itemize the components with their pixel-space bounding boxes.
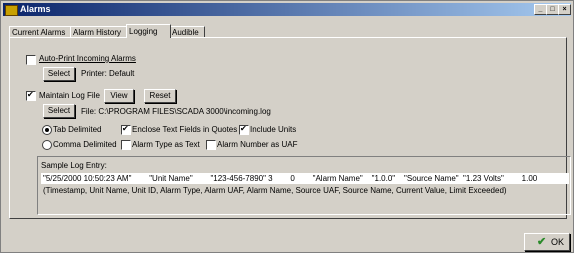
comma-delimited-label: Comma Delimited	[53, 140, 117, 149]
view-log-button[interactable]: View	[104, 89, 134, 103]
ok-button[interactable]: ✔ OK	[524, 233, 570, 251]
ok-label: OK	[551, 237, 565, 247]
comma-delimited-radio[interactable]	[42, 140, 52, 150]
printer-text: Printer: Default	[81, 69, 135, 78]
include-units-checkbox[interactable]	[239, 124, 249, 135]
sample-line: "5/25/2000 10:50:23 AM" "Unit Name" "123…	[43, 174, 538, 183]
close-button[interactable]: ×	[558, 4, 571, 15]
tab-logging[interactable]: Logging	[126, 24, 171, 38]
auto-print-label: Auto-Print Incoming Alarms	[39, 54, 136, 63]
maintain-log-label: Maintain Log File	[39, 91, 100, 100]
maintain-log-checkbox[interactable]	[26, 90, 36, 101]
sample-heading: Sample Log Entry:	[41, 161, 107, 170]
alarm-type-text-checkbox[interactable]	[121, 140, 131, 150]
checkmark-icon: ✔	[537, 236, 547, 248]
enclose-quotes-checkbox[interactable]	[121, 124, 131, 135]
alarms-window: Alarms _ □ × Current Alarms Alarm Histor…	[0, 0, 574, 253]
window-title: Alarms	[20, 4, 51, 14]
sample-legend: (Timestamp, Unit Name, Unit ID, Alarm Ty…	[43, 186, 507, 195]
log-file-path: File: C:\PROGRAM FILES\SCADA 3000\incomi…	[81, 107, 271, 116]
printer-select-button[interactable]: Select	[43, 67, 75, 81]
enclose-quotes-label: Enclose Text Fields in Quotes	[132, 125, 238, 134]
include-units-label: Include Units	[250, 125, 297, 134]
title-bar[interactable]: Alarms _ □ ×	[3, 3, 571, 16]
tab-delimited-label: Tab Delimited	[53, 125, 102, 134]
alarm-number-uaf-checkbox[interactable]	[206, 140, 216, 150]
log-file-select-button[interactable]: Select	[43, 104, 75, 118]
tab-delimited-radio[interactable]	[42, 125, 52, 135]
alarm-type-text-label: Alarm Type as Text	[132, 140, 200, 149]
app-icon	[5, 5, 18, 16]
alarm-number-uaf-label: Alarm Number as UAF	[217, 140, 298, 149]
reset-log-button[interactable]: Reset	[144, 89, 176, 103]
auto-print-checkbox[interactable]	[26, 55, 36, 65]
